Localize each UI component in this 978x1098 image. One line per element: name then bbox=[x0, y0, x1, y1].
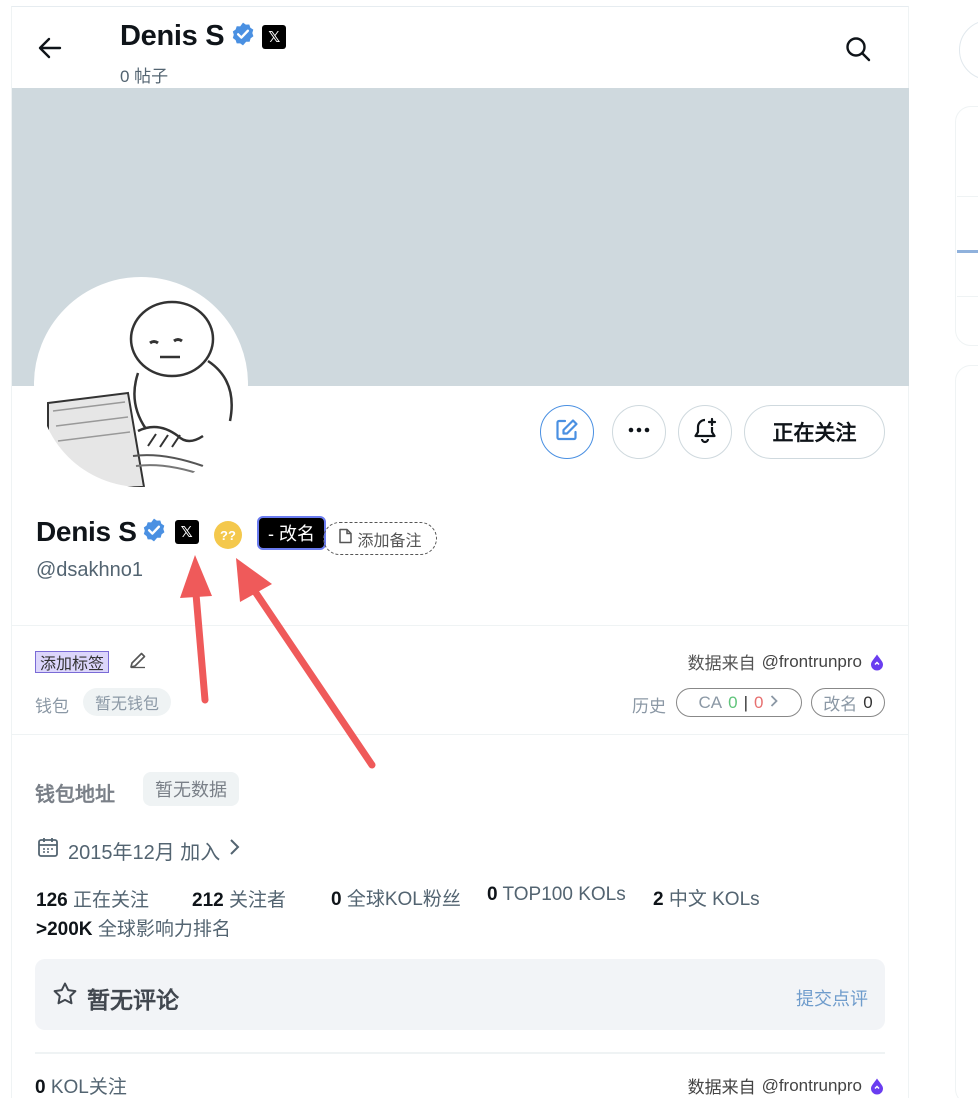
right-sidebar-edge bbox=[955, 0, 978, 1098]
chevron-right-icon bbox=[769, 693, 779, 713]
wallet-address-value: 暂无数据 bbox=[143, 772, 239, 806]
kol-follow-count: 0 bbox=[35, 1077, 46, 1098]
data-source-handle[interactable]: @frontrunpro bbox=[762, 652, 862, 672]
ca-history-button[interactable]: CA 0 | 0 bbox=[676, 688, 802, 717]
data-source: 数据来自 @frontrunpro bbox=[688, 649, 886, 674]
more-button[interactable] bbox=[612, 405, 666, 459]
rename-history-label: 改名 bbox=[823, 695, 858, 714]
data-source: 数据来自 @frontrunpro bbox=[688, 1073, 886, 1098]
following-label: 正在关注 bbox=[72, 890, 149, 911]
bell-plus-icon bbox=[691, 416, 719, 449]
joined-date[interactable]: 2015年12月 加入 bbox=[36, 835, 242, 865]
profile-name-row: Denis S 𝕏 bbox=[36, 516, 199, 548]
divider bbox=[12, 734, 909, 735]
cn-kol-count: 2 bbox=[653, 889, 664, 910]
avatar[interactable] bbox=[34, 277, 248, 491]
divider bbox=[12, 625, 909, 626]
top100-stat[interactable]: 0 TOP100 KOLs bbox=[487, 884, 626, 906]
add-note-button[interactable]: 添加备注 bbox=[323, 522, 437, 555]
followers-label: 关注者 bbox=[228, 890, 286, 911]
data-source-label: 数据来自 bbox=[687, 654, 756, 673]
wallet-label: 钱包 bbox=[35, 697, 69, 716]
history-label: 历史 bbox=[632, 697, 666, 716]
kol-fans-stat[interactable]: 0 全球KOL粉丝 bbox=[331, 884, 461, 911]
notify-button[interactable] bbox=[678, 405, 732, 459]
top100-count: 0 bbox=[487, 884, 498, 905]
sidebar-card bbox=[955, 365, 978, 1098]
sidebar-divider bbox=[957, 296, 978, 297]
frontrun-logo-icon bbox=[868, 653, 886, 671]
add-note-label: 添加备注 bbox=[357, 532, 422, 550]
coin-badge-icon[interactable]: ?? bbox=[214, 521, 242, 549]
following-stat[interactable]: 126 正在关注 bbox=[36, 885, 149, 912]
profile-name: Denis S bbox=[36, 516, 137, 547]
data-source-label: 数据来自 bbox=[687, 1078, 756, 1097]
ca-green-count: 0 bbox=[728, 692, 738, 712]
chevron-right-icon bbox=[228, 837, 242, 863]
kol-fans-label: 全球KOL粉丝 bbox=[346, 889, 461, 910]
divider bbox=[35, 1052, 885, 1054]
following-count: 126 bbox=[36, 890, 68, 911]
ca-red-count: 0 bbox=[754, 692, 764, 712]
wallet-value: 暂无钱包 bbox=[83, 688, 172, 716]
kol-fans-count: 0 bbox=[331, 889, 342, 910]
following-button[interactable]: 正在关注 bbox=[744, 405, 885, 459]
cn-kol-stat[interactable]: 2 中文 KOLs bbox=[653, 884, 760, 911]
note-icon bbox=[338, 528, 353, 549]
kol-follow-stat[interactable]: 0 KOL关注 bbox=[35, 1072, 127, 1098]
rename-history-button[interactable]: 改名 0 bbox=[811, 688, 885, 717]
more-icon bbox=[626, 417, 652, 448]
ca-separator: | bbox=[743, 692, 749, 712]
rank-value: >200K bbox=[36, 919, 93, 940]
pencil-icon[interactable] bbox=[128, 650, 148, 670]
sidebar-card bbox=[955, 106, 978, 346]
edit-button[interactable] bbox=[540, 405, 594, 459]
frontrun-logo-icon bbox=[868, 1077, 886, 1095]
x-logo-icon[interactable]: 𝕏 bbox=[174, 520, 199, 544]
followers-count: 212 bbox=[192, 890, 224, 911]
add-tag-button[interactable]: 添加标签 bbox=[35, 651, 110, 673]
review-title: 暂无评论 bbox=[87, 987, 179, 1013]
influence-rank: >200K 全球影响力排名 bbox=[36, 914, 231, 941]
x-logo-icon: 𝕏 bbox=[262, 24, 287, 49]
post-count: 0 帖子 bbox=[120, 67, 169, 86]
rename-history-count: 0 bbox=[863, 692, 873, 712]
sidebar-divider bbox=[957, 196, 978, 197]
header-name: Denis S bbox=[120, 20, 225, 52]
rename-badge[interactable]: - 改名 bbox=[257, 516, 326, 550]
star-icon bbox=[52, 981, 78, 1007]
joined-text: 2015年12月 加入 bbox=[68, 841, 221, 864]
ca-label: CA bbox=[698, 692, 723, 712]
followers-stat[interactable]: 212 关注者 bbox=[192, 885, 286, 912]
top100-label: TOP100 KOLs bbox=[502, 884, 626, 905]
submit-review-link[interactable]: 提交点评 bbox=[796, 985, 868, 1011]
sidebar-search-circle[interactable] bbox=[959, 20, 978, 80]
verified-badge-icon bbox=[230, 21, 256, 52]
calendar-icon bbox=[36, 835, 60, 865]
kol-follow-label: KOL关注 bbox=[50, 1077, 127, 1098]
search-icon[interactable] bbox=[843, 34, 873, 64]
header-title: Denis S 𝕏 bbox=[120, 20, 287, 53]
profile-handle: @dsakhno1 bbox=[36, 559, 144, 581]
data-source-handle[interactable]: @frontrunpro bbox=[762, 1076, 862, 1096]
back-arrow-icon[interactable] bbox=[36, 34, 64, 62]
wallet-address-label: 钱包地址 bbox=[35, 784, 115, 806]
rank-label: 全球影响力排名 bbox=[97, 919, 231, 940]
edit-icon bbox=[554, 417, 580, 448]
review-box: 暂无评论 提交点评 bbox=[35, 959, 885, 1030]
sidebar-tab-indicator bbox=[957, 250, 978, 253]
verified-badge-icon bbox=[141, 517, 167, 548]
cn-kol-label: 中文 KOLs bbox=[668, 889, 760, 910]
